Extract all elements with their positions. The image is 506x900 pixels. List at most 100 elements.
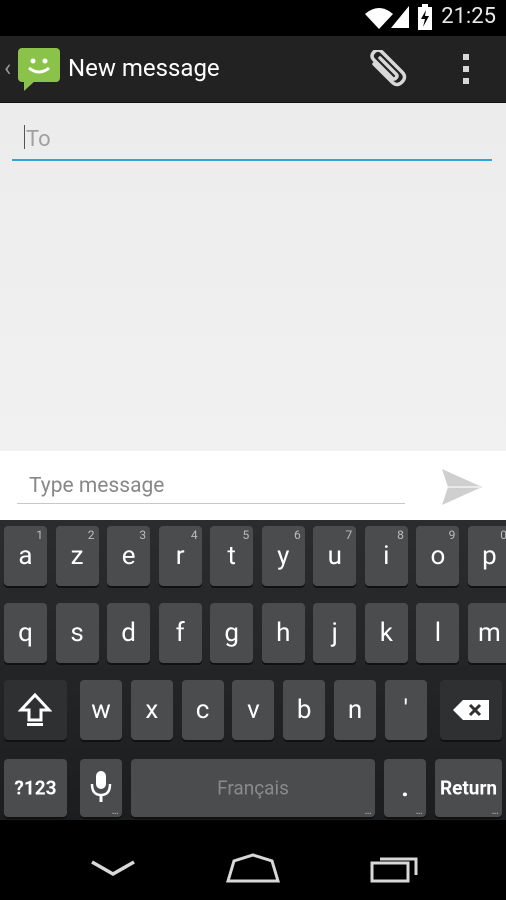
key-j[interactable]: j	[313, 603, 357, 663]
key-hint: 0	[500, 528, 506, 542]
navigation-bar	[0, 820, 506, 900]
return-key-label: Return	[439, 776, 498, 800]
key-u[interactable]: u7	[313, 526, 357, 586]
key-label: u	[327, 541, 342, 571]
key-hint: 4	[190, 528, 198, 542]
key-x[interactable]: x	[130, 680, 173, 740]
key-b[interactable]: b	[283, 680, 326, 740]
key-hint: 6	[294, 528, 301, 542]
symbols-key[interactable]: ?123	[4, 759, 67, 817]
key-label: v	[247, 695, 260, 725]
space-key-label: Français	[217, 776, 289, 800]
key-hint: 7	[345, 528, 353, 542]
key-z[interactable]: z2	[55, 526, 99, 586]
shift-icon	[18, 692, 52, 726]
key-r[interactable]: r4	[158, 526, 202, 586]
key-label: w	[91, 695, 111, 725]
key-e[interactable]: e3	[107, 526, 151, 586]
key-l[interactable]: l	[416, 603, 460, 663]
key-g[interactable]: g	[210, 603, 254, 663]
key-label: e	[121, 541, 136, 571]
key-hint: 3	[139, 528, 147, 542]
page-title: New message	[68, 54, 220, 82]
key-w[interactable]: w	[80, 680, 122, 740]
messaging-app-icon[interactable]	[18, 46, 62, 92]
key-i[interactable]: i8	[364, 526, 408, 586]
clock: 21:25	[441, 4, 496, 29]
action-bar: ‹ New message	[0, 36, 506, 103]
key-y[interactable]: y6	[261, 526, 305, 586]
delete-key[interactable]	[440, 680, 502, 740]
to-input[interactable]	[24, 121, 488, 157]
period-key-more: ...	[415, 803, 423, 817]
key-label: x	[145, 695, 159, 725]
key-label: a	[18, 541, 33, 571]
key-apostrophe[interactable]: '	[384, 680, 427, 740]
key-hint: 5	[242, 528, 250, 542]
period-key[interactable]: . ...	[384, 759, 426, 817]
key-label: d	[121, 618, 136, 648]
wifi-icon	[365, 8, 393, 29]
mic-key-more: ...	[111, 803, 119, 817]
key-n[interactable]: n	[334, 680, 376, 740]
back-chevron-icon[interactable]: ‹	[4, 54, 11, 82]
key-h[interactable]: h	[261, 603, 305, 663]
key-s[interactable]: s	[55, 603, 99, 663]
key-c[interactable]: c	[181, 680, 224, 740]
backspace-icon	[453, 700, 489, 720]
key-label: k	[379, 618, 393, 648]
key-hint: 8	[397, 528, 404, 542]
key-label: y	[277, 541, 290, 571]
key-t[interactable]: t5	[210, 526, 254, 586]
message-input[interactable]	[27, 469, 401, 503]
key-label: z	[70, 541, 84, 571]
paperclip-icon[interactable]	[366, 50, 410, 88]
key-label: '	[403, 695, 409, 725]
key-label: t	[227, 541, 236, 571]
key-hint: 1	[36, 528, 43, 542]
soft-keyboard: ?123 ... Français ... . ... Return ... a…	[0, 520, 506, 820]
key-v[interactable]: v	[232, 680, 275, 740]
send-icon[interactable]	[440, 467, 484, 507]
recipient-area	[0, 103, 506, 451]
key-hint: 9	[448, 528, 456, 542]
microphone-icon	[90, 771, 112, 802]
key-d[interactable]: d	[107, 603, 151, 663]
period-key-label: .	[401, 773, 409, 803]
return-key-more: ...	[491, 803, 499, 817]
key-label: f	[175, 618, 185, 648]
key-q[interactable]: q	[4, 603, 47, 663]
message-field[interactable]	[17, 467, 405, 504]
key-o[interactable]: o9	[416, 526, 460, 586]
key-k[interactable]: k	[364, 603, 408, 663]
space-key-more: ...	[364, 803, 372, 817]
symbols-key-label: ?123	[14, 776, 57, 800]
key-a[interactable]: a1	[4, 526, 47, 586]
recent-apps-icon[interactable]	[370, 853, 420, 883]
key-label: s	[70, 618, 84, 648]
return-key[interactable]: Return ...	[435, 759, 502, 817]
key-label: l	[434, 618, 442, 648]
overflow-menu-icon[interactable]	[456, 52, 476, 86]
key-label: g	[224, 618, 239, 648]
key-label: b	[296, 695, 312, 725]
key-f[interactable]: f	[158, 603, 202, 663]
shift-key[interactable]	[4, 680, 67, 740]
compose-bar	[0, 451, 506, 520]
key-label: j	[331, 618, 338, 648]
key-label: n	[347, 695, 363, 725]
key-label: p	[482, 541, 497, 571]
key-hint: 2	[87, 528, 95, 542]
key-m[interactable]: m	[467, 603, 506, 663]
back-icon[interactable]	[90, 860, 136, 880]
mic-key[interactable]: ...	[80, 759, 122, 817]
key-label: o	[430, 541, 446, 571]
home-icon[interactable]	[226, 853, 280, 883]
battery-charging-icon	[418, 4, 432, 30]
key-label: i	[383, 541, 390, 571]
key-label: m	[478, 618, 501, 648]
key-p[interactable]: p0	[467, 526, 506, 586]
space-key[interactable]: Français ...	[131, 759, 375, 817]
to-field[interactable]	[12, 119, 492, 161]
key-label: h	[276, 618, 291, 648]
